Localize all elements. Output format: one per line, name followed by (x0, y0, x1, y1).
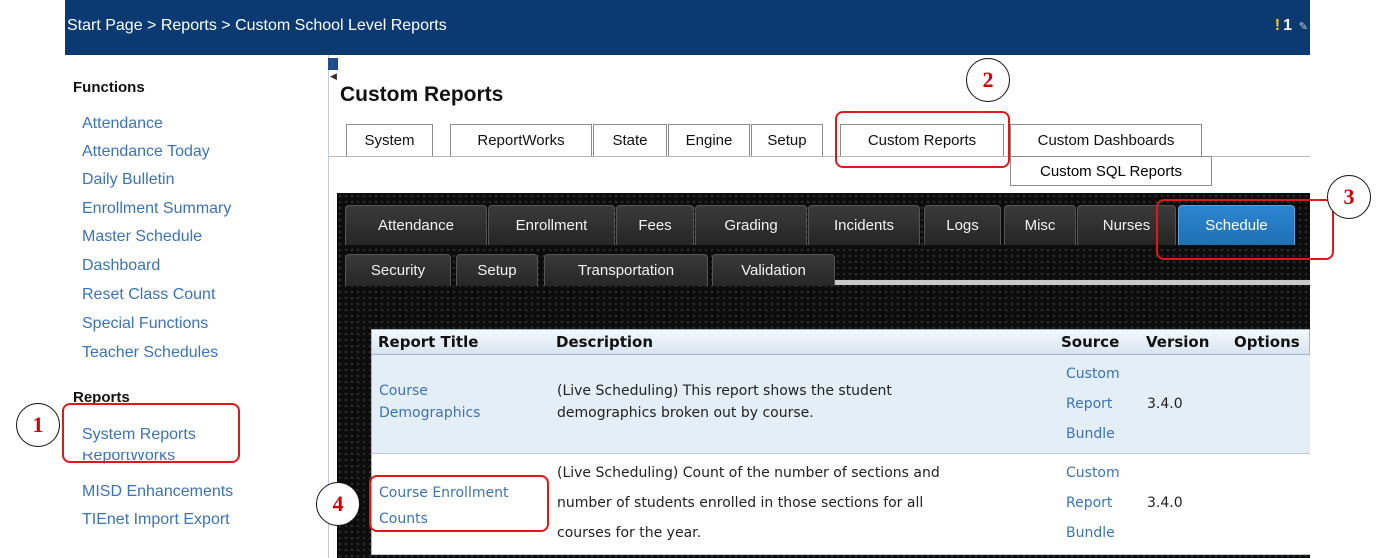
callout-box-schedule (1156, 199, 1334, 260)
category-tab-grading[interactable]: Grading (695, 205, 807, 245)
report-source-link[interactable]: Custom Report Bundle (1066, 458, 1120, 548)
tab-setup[interactable]: Setup (751, 124, 823, 156)
col-source[interactable]: Source (1061, 329, 1119, 355)
alert-count: 1 (1283, 17, 1292, 34)
nav-dashboard[interactable]: Dashboard (82, 257, 160, 275)
category-tab-transportation[interactable]: Transportation (544, 254, 708, 286)
nav-enrollment-summary[interactable]: Enrollment Summary (82, 200, 231, 218)
nav-special-functions[interactable]: Special Functions (82, 315, 208, 333)
report-title-line[interactable]: Demographics (379, 402, 480, 424)
callout-number-2: 2 (966, 58, 1010, 102)
description-line: courses for the year. (557, 525, 702, 541)
category-tab-security[interactable]: Security (345, 254, 451, 286)
nav-daily-bulletin[interactable]: Daily Bulletin (82, 171, 174, 189)
category-tab-misc[interactable]: Misc (1004, 205, 1076, 245)
source-line[interactable]: Bundle (1066, 419, 1120, 449)
nav-attendance[interactable]: Attendance (82, 115, 163, 133)
report-source-link[interactable]: Custom Report Bundle (1066, 359, 1120, 449)
report-description: (Live Scheduling) Count of the number of… (557, 458, 940, 548)
col-report-title[interactable]: Report Title (378, 329, 478, 355)
nav-attendance-today[interactable]: Attendance Today (82, 143, 210, 161)
nav-tienet-import-export[interactable]: TIEnet Import Export (82, 511, 230, 529)
callout-number-4: 4 (316, 482, 360, 526)
top-header-bar: Start Page > Reports > Custom School Lev… (65, 0, 1310, 55)
category-tab-logs[interactable]: Logs (924, 205, 1001, 245)
nav-master-schedule[interactable]: Master Schedule (82, 228, 202, 246)
report-description: (Live Scheduling) This report shows the … (557, 380, 892, 424)
source-line[interactable]: Report (1066, 488, 1120, 518)
source-line[interactable]: Bundle (1066, 518, 1120, 548)
tab-row-baseline (835, 280, 1310, 285)
alert-indicator[interactable]: ! 1 (1275, 17, 1292, 35)
callout-box-course-enrollment-counts (369, 475, 549, 532)
description-line: (Live Scheduling) This report shows the … (557, 383, 892, 399)
tab-system[interactable]: System (346, 124, 433, 156)
category-tab-setup[interactable]: Setup (456, 254, 538, 286)
source-line[interactable]: Custom (1066, 458, 1120, 488)
tab-custom-dashboards[interactable]: Custom Dashboards (1010, 124, 1202, 156)
nav-misd-enhancements[interactable]: MISD Enhancements (82, 483, 233, 501)
sidebar: Functions Attendance Attendance Today Da… (65, 55, 329, 558)
category-tab-attendance[interactable]: Attendance (345, 205, 487, 245)
alert-icon: ! (1274, 17, 1281, 34)
description-line: (Live Scheduling) Count of the number of… (557, 465, 940, 481)
nav-reset-class-count[interactable]: Reset Class Count (82, 286, 215, 304)
report-version: 3.4.0 (1147, 495, 1183, 511)
col-description[interactable]: Description (556, 329, 653, 355)
report-title-line[interactable]: Course (379, 380, 480, 402)
tab-engine[interactable]: Engine (668, 124, 750, 156)
tab-custom-sql-reports[interactable]: Custom SQL Reports (1010, 156, 1212, 186)
report-version: 3.4.0 (1147, 396, 1183, 412)
source-line[interactable]: Custom (1066, 359, 1120, 389)
col-version[interactable]: Version (1146, 329, 1209, 355)
callout-box-custom-reports (835, 111, 1010, 168)
category-tab-incidents[interactable]: Incidents (808, 205, 920, 245)
page-title: Custom Reports (340, 83, 504, 106)
tab-state[interactable]: State (593, 124, 667, 156)
callout-number-1: 1 (16, 403, 60, 447)
tab-reportworks[interactable]: ReportWorks (450, 124, 592, 156)
col-options[interactable]: Options (1234, 329, 1300, 355)
nav-teacher-schedules[interactable]: Teacher Schedules (82, 344, 218, 362)
pin-icon[interactable]: ✎ (1299, 20, 1308, 33)
category-tab-validation[interactable]: Validation (712, 254, 835, 286)
category-tab-fees[interactable]: Fees (616, 205, 694, 245)
breadcrumb[interactable]: Start Page > Reports > Custom School Lev… (67, 17, 447, 35)
report-link-course-demographics[interactable]: Course Demographics (379, 380, 480, 424)
functions-heading: Functions (73, 79, 145, 96)
category-tab-enrollment[interactable]: Enrollment (488, 205, 615, 245)
description-line: demographics broken out by course. (557, 405, 814, 421)
callout-number-3: 3 (1327, 175, 1371, 219)
table-row: Course Demographics (Live Scheduling) Th… (371, 355, 1310, 454)
source-line[interactable]: Report (1066, 389, 1120, 419)
callout-box-system-reports (62, 403, 240, 463)
description-line: number of students enrolled in those sec… (557, 495, 924, 511)
